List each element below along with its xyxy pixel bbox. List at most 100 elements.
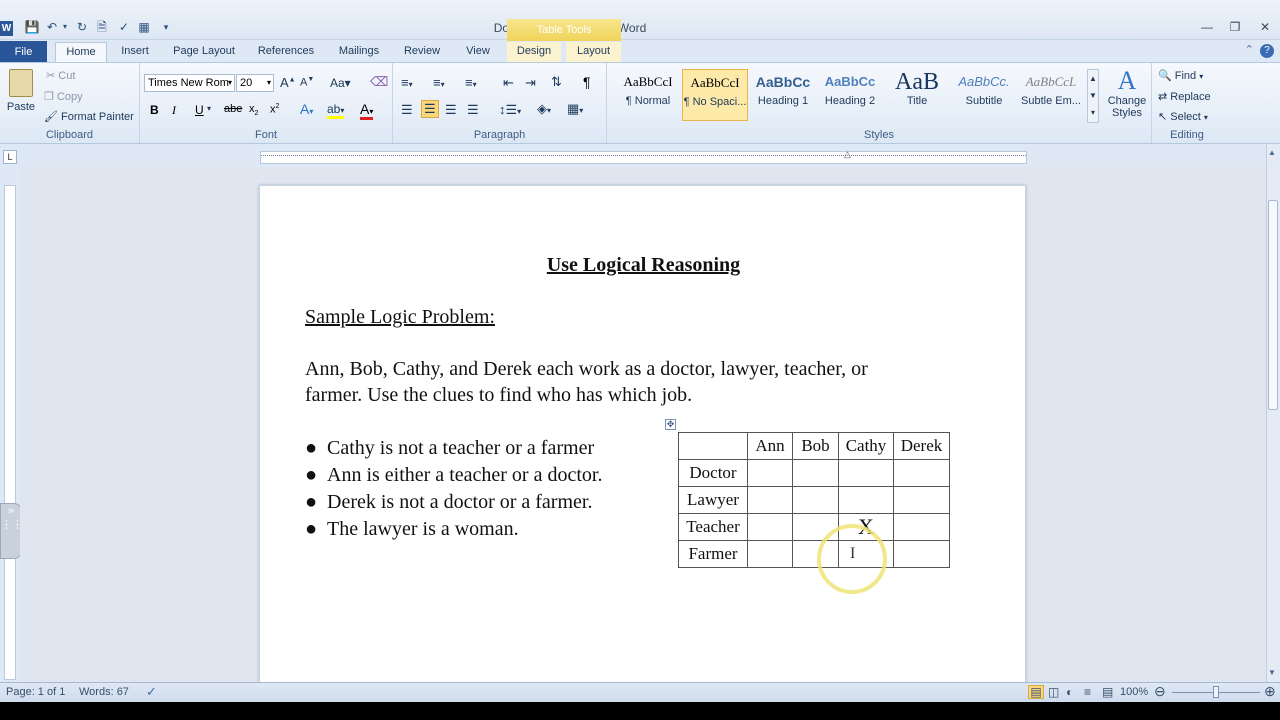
tab-layout[interactable]: Layout [566, 42, 621, 62]
styles-scroll-control[interactable]: ▲ ▼ ▾ [1087, 69, 1099, 123]
line-spacing-icon[interactable]: ↕☰▾ [499, 102, 521, 118]
close-icon[interactable]: ✕ [1252, 19, 1278, 37]
help-icon[interactable]: ? [1260, 44, 1274, 58]
justify-icon[interactable]: ☰ [467, 102, 479, 118]
style-subtle-emphasis[interactable]: AaBbCcL Subtle Em... [1018, 69, 1084, 121]
tab-insert[interactable]: Insert [112, 42, 158, 62]
copy-button[interactable]: ❐ Copy [44, 90, 83, 103]
side-panel-handle[interactable]: » ⋮⋮ [0, 503, 23, 559]
row-label-cell[interactable]: Teacher [678, 513, 748, 541]
multilevel-list-icon[interactable]: ≡▾ [465, 75, 477, 90]
increase-indent-icon[interactable]: ⇥ [525, 75, 536, 91]
minimize-ribbon-icon[interactable]: ⌃ [1245, 44, 1254, 56]
scroll-up-icon[interactable]: ▲ [1268, 148, 1276, 157]
tab-home[interactable]: Home [55, 42, 107, 63]
table-header-cell[interactable]: Derek [893, 432, 950, 460]
table-cell[interactable] [747, 513, 793, 541]
zoom-level[interactable]: 100% [1120, 686, 1148, 698]
cut-button[interactable]: ✂ Cut [46, 69, 75, 82]
tab-view[interactable]: View [456, 42, 500, 62]
align-left-icon[interactable]: ☰ [401, 102, 413, 118]
table-header-cell[interactable]: Bob [792, 432, 839, 460]
find-button[interactable]: 🔍 Find ▾ [1158, 69, 1203, 82]
font-size-combo[interactable]: 20 ▾ [236, 74, 274, 92]
paste-button[interactable]: Paste [4, 67, 38, 119]
change-styles-button[interactable]: A Change Styles [1105, 67, 1149, 127]
table-cell[interactable] [792, 459, 839, 487]
numbering-icon[interactable]: ≡▾ [433, 75, 445, 90]
style-no-spacing[interactable]: AaBbCcI ¶ No Spaci... [682, 69, 748, 121]
table-cell[interactable] [838, 486, 894, 514]
vertical-ruler[interactable] [4, 185, 16, 680]
align-center-icon[interactable]: ☰ [421, 100, 439, 118]
clear-formatting-icon[interactable]: ⌫ [370, 74, 388, 90]
minimize-icon[interactable]: — [1194, 19, 1220, 37]
underline-button[interactable]: U [195, 103, 204, 117]
proofing-icon[interactable]: ✓ [146, 684, 157, 700]
font-name-combo[interactable]: Times New Rom ▾ [144, 74, 235, 92]
sort-icon[interactable]: ⇅ [551, 74, 562, 90]
zoom-out-icon[interactable]: ⊖ [1154, 683, 1166, 700]
zoom-slider-thumb[interactable] [1213, 686, 1219, 698]
tab-mailings[interactable]: Mailings [330, 42, 388, 62]
shading-icon[interactable]: ◈▾ [537, 101, 551, 117]
indent-marker-icon[interactable]: △ [844, 149, 851, 160]
table-cell[interactable] [893, 540, 950, 568]
restore-icon[interactable]: ❐ [1222, 19, 1248, 37]
table-cell[interactable] [893, 486, 950, 514]
table-cell[interactable] [792, 486, 839, 514]
tab-references[interactable]: References [250, 42, 322, 62]
row-label-cell[interactable]: Lawyer [678, 486, 748, 514]
table-cell[interactable] [678, 432, 748, 460]
scroll-down-icon[interactable]: ▼ [1268, 668, 1276, 677]
style-title[interactable]: AaB Title [884, 69, 950, 121]
table-cell[interactable] [747, 486, 793, 514]
scrollbar-thumb[interactable] [1268, 200, 1278, 410]
decrease-indent-icon[interactable]: ⇤ [503, 75, 514, 91]
select-button[interactable]: ↖ Select ▾ [1158, 110, 1208, 123]
grow-font-icon[interactable]: A▲ [280, 75, 296, 90]
highlight-icon[interactable]: ab▾ [327, 102, 345, 119]
web-layout-icon[interactable]: ◐ [1066, 685, 1073, 699]
format-painter-button[interactable]: 🖌 Format Painter [44, 110, 134, 123]
table-cell[interactable] [838, 459, 894, 487]
tab-review[interactable]: Review [396, 42, 448, 62]
page-count[interactable]: Page: 1 of 1 [6, 686, 65, 698]
tab-design[interactable]: Design [507, 42, 561, 62]
logic-grid-table[interactable]: Ann Bob Cathy Derek Doctor Lawyer Teache… [678, 432, 950, 568]
style-heading-1[interactable]: AaBbCc Heading 1 [750, 69, 816, 121]
subscript-button[interactable]: x2 [249, 103, 258, 117]
row-label-cell[interactable]: Doctor [678, 459, 748, 487]
tab-selector[interactable]: L [3, 150, 17, 164]
word-count[interactable]: Words: 67 [79, 686, 129, 698]
align-right-icon[interactable]: ☰ [445, 102, 457, 118]
tab-page-layout[interactable]: Page Layout [166, 42, 242, 62]
table-cell[interactable] [747, 459, 793, 487]
print-layout-icon[interactable]: ▤ [1028, 685, 1044, 699]
italic-button[interactable]: I [172, 103, 176, 118]
show-formatting-icon[interactable]: ¶ [583, 74, 591, 90]
font-color-icon[interactable]: A▾ [360, 101, 374, 120]
table-move-handle-icon[interactable]: ✥ [665, 419, 676, 430]
zoom-in-icon[interactable]: ⊕ [1264, 683, 1276, 700]
borders-icon[interactable]: ▦▾ [567, 101, 583, 117]
shrink-font-icon[interactable]: A▼ [300, 76, 314, 89]
bullets-icon[interactable]: ≡▾ [401, 75, 413, 90]
draft-view-icon[interactable]: ▤ [1102, 685, 1113, 699]
table-header-cell[interactable]: Cathy [838, 432, 894, 460]
change-case-icon[interactable]: Aa▾ [330, 76, 351, 90]
outline-view-icon[interactable]: ≡ [1084, 685, 1091, 699]
table-cell[interactable] [747, 540, 793, 568]
full-screen-reading-icon[interactable]: ◫ [1048, 685, 1059, 699]
table-header-cell[interactable]: Ann [747, 432, 793, 460]
table-cell[interactable] [893, 459, 950, 487]
text-effects-icon[interactable]: A▾ [300, 101, 313, 117]
horizontal-ruler[interactable]: △ [260, 149, 1027, 164]
chevron-down-icon[interactable]: ▾ [207, 104, 211, 113]
superscript-button[interactable]: x2 [270, 103, 279, 116]
replace-button[interactable]: ⇄ Replace [1158, 90, 1211, 103]
document-page[interactable]: Use Logical Reasoning Sample Logic Probl… [259, 185, 1026, 685]
strikethrough-button[interactable]: abe [224, 103, 242, 115]
bold-button[interactable]: B [150, 103, 159, 117]
table-cell[interactable] [893, 513, 950, 541]
